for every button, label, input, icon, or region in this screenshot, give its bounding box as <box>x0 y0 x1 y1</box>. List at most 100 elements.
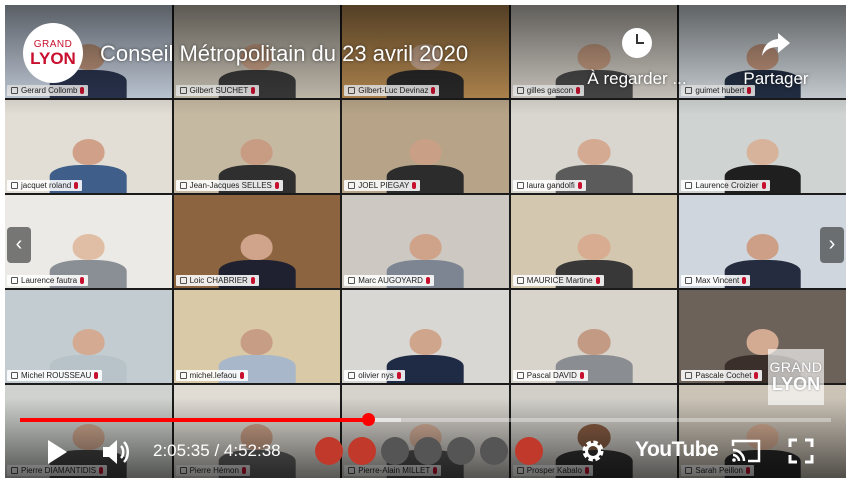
fullscreen-button[interactable] <box>788 438 814 469</box>
logo-line1: GRAND <box>33 38 73 50</box>
participant-head <box>746 234 779 260</box>
participant-name-tag: jacquet roland <box>7 180 83 191</box>
participant-name: MAURICE Martine <box>526 276 593 285</box>
participant-tile: Loic CHABRIER <box>173 195 341 288</box>
youtube-logo[interactable]: YouTube <box>635 438 719 462</box>
participant-name-tag: Loic CHABRIER <box>175 275 259 286</box>
participant-name-tag: laura gandolfi <box>512 180 586 191</box>
participant-name: jacquet roland <box>21 181 72 190</box>
pin-icon <box>516 182 524 189</box>
participant-head <box>240 329 273 355</box>
pin-icon <box>348 372 356 379</box>
participant-head <box>409 234 442 260</box>
participant-name-tag: Pascal DAVID <box>512 370 588 381</box>
participant-name: michel.lefaou <box>189 371 237 380</box>
participant-head <box>578 234 611 260</box>
pin-icon <box>685 372 693 379</box>
pin-icon <box>516 277 524 284</box>
watermark-line1: GRAND <box>769 359 823 375</box>
participant-head <box>240 139 273 165</box>
participant-head <box>409 329 442 355</box>
participant-name-tag: Laurence fautra <box>7 275 89 286</box>
participant-name-tag: MAURICE Martine <box>512 275 604 286</box>
participant-tile: olivier nys <box>342 290 509 383</box>
participant-name: Michel ROUSSEAU <box>21 371 92 380</box>
share-icon <box>758 25 794 61</box>
zoom-leave-icon <box>515 437 543 465</box>
pin-icon <box>516 372 524 379</box>
pin-icon <box>11 372 18 379</box>
play-icon <box>48 440 67 464</box>
pin-icon <box>11 182 18 189</box>
zoom-participants-icon <box>414 437 442 465</box>
grandlyon-watermark: GRAND LYON <box>768 349 824 405</box>
mic-muted-icon <box>595 277 600 284</box>
mic-muted-icon <box>239 372 244 379</box>
watermark-line2: LYON <box>771 374 821 394</box>
pin-icon <box>11 277 18 284</box>
participant-name-tag: olivier nys <box>344 370 405 381</box>
time-display: 2:05:35 / 4:52:38 <box>153 441 281 460</box>
mic-muted-icon <box>250 277 255 284</box>
video-player[interactable]: Gerard CollombGilbert SUCHETGilbert-Luc … <box>5 5 846 478</box>
gear-icon <box>582 440 604 462</box>
volume-icon <box>103 440 129 464</box>
participant-name-tag: Laurence Croizier <box>681 180 770 191</box>
participant-name-tag: Michel ROUSSEAU <box>7 370 103 381</box>
settings-button[interactable] <box>579 437 607 470</box>
zoom-share-icon <box>381 437 409 465</box>
pin-icon <box>685 182 693 189</box>
video-title[interactable]: Conseil Métropolitain du 23 avril 2020 <box>100 41 468 67</box>
zoom-camera-icon <box>348 437 376 465</box>
mic-muted-icon <box>577 182 582 189</box>
participant-name-tag: Max Vincent <box>681 275 751 286</box>
participant-name: Marc AUGOYARD <box>358 276 423 285</box>
share-button[interactable]: Partager <box>721 25 831 100</box>
participant-name: Jean-Jacques SELLES <box>189 181 272 190</box>
volume-button[interactable] <box>101 437 133 472</box>
participant-head <box>240 234 273 260</box>
participant-head <box>72 329 105 355</box>
participant-head <box>409 139 442 165</box>
participant-name: Laurence Croizier <box>695 181 759 190</box>
mic-muted-icon <box>412 182 417 189</box>
mic-muted-icon <box>425 277 430 284</box>
pin-icon <box>685 277 693 284</box>
watch-later-button[interactable]: À regarder ... <box>582 25 692 100</box>
participant-name: Pascal DAVID <box>526 371 577 380</box>
watch-later-label: À regarder ... <box>587 69 687 88</box>
participant-name-tag: michel.lefaou <box>175 370 248 381</box>
pin-icon <box>179 277 187 284</box>
participant-tile: MAURICE Martine <box>510 195 678 288</box>
mic-muted-icon <box>754 372 759 379</box>
zoom-mic-icon <box>315 437 343 465</box>
progress-played <box>20 418 369 422</box>
participant-name: laura gandolfi <box>526 181 575 190</box>
clock-icon <box>619 25 655 61</box>
participant-name: olivier nys <box>358 371 394 380</box>
participant-head <box>578 329 611 355</box>
participant-tile: Marc AUGOYARD <box>342 195 509 288</box>
mic-muted-icon <box>396 372 401 379</box>
progress-bar[interactable] <box>20 413 831 426</box>
participant-name: Laurence fautra <box>21 276 78 285</box>
participant-head <box>72 234 105 260</box>
fullscreen-icon <box>788 438 814 464</box>
share-label: Partager <box>743 69 809 88</box>
zoom-chat-icon <box>447 437 475 465</box>
participant-name: Loic CHABRIER <box>189 276 248 285</box>
participant-tile: michel.lefaou <box>173 290 341 383</box>
prev-arrow-icon[interactable]: ‹ <box>7 227 31 263</box>
channel-logo[interactable]: GRAND LYON <box>23 23 83 83</box>
participant-name-tag: JOEL PIEGAY <box>344 180 421 191</box>
zoom-more-icon <box>480 437 508 465</box>
cast-button[interactable] <box>730 438 762 469</box>
participant-head <box>578 139 611 165</box>
pin-icon <box>179 182 187 189</box>
mic-muted-icon <box>742 277 747 284</box>
participant-name-tag: Marc AUGOYARD <box>344 275 434 286</box>
participant-name: Max Vincent <box>695 276 740 285</box>
play-button[interactable] <box>45 438 69 471</box>
participant-head <box>72 139 105 165</box>
next-arrow-icon[interactable]: › <box>820 227 844 263</box>
